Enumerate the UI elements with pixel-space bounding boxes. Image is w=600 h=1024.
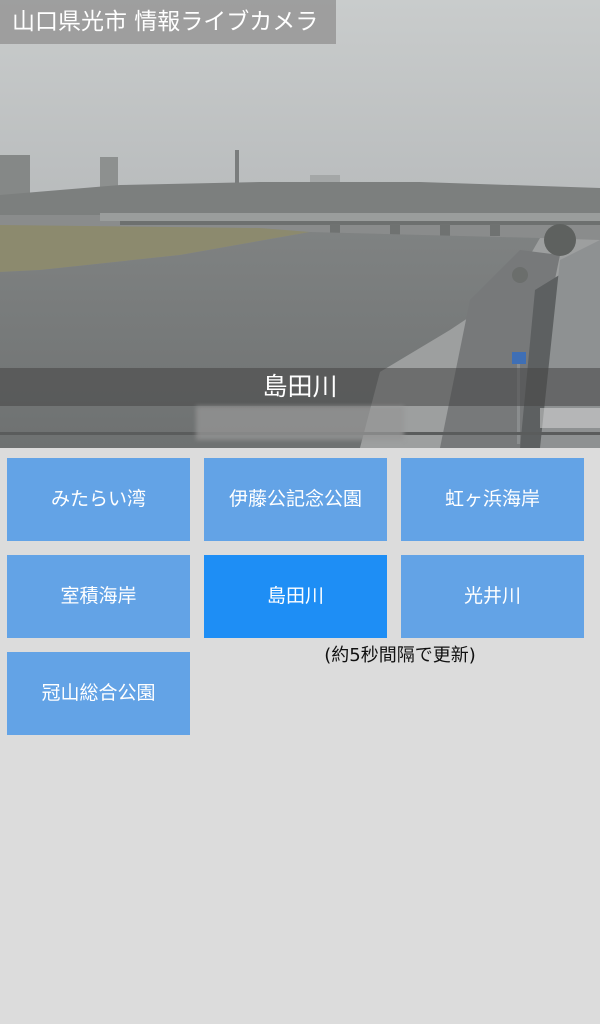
camera-button-mitarai-bay[interactable]: みたらい湾 bbox=[7, 458, 190, 541]
camera-button-murozumi-beach[interactable]: 室積海岸 bbox=[7, 555, 190, 638]
refresh-interval-note: (約5秒間隔で更新) bbox=[324, 645, 476, 666]
app-title: 山口県光市 情報ライブカメラ bbox=[0, 0, 336, 44]
blurred-timestamp bbox=[196, 406, 404, 440]
live-camera-image: 山口県光市 情報ライブカメラ 島田川 bbox=[0, 0, 600, 448]
camera-button-ito-memorial-park[interactable]: 伊藤公記念公園 bbox=[204, 458, 387, 541]
camera-button-mitsui-river[interactable]: 光井川 bbox=[401, 555, 584, 638]
camera-location-label: 島田川 bbox=[262, 372, 338, 401]
camera-button-kanmuriyama-park[interactable]: 冠山総合公園 bbox=[7, 652, 190, 735]
camera-button-nijigahama-beach[interactable]: 虹ヶ浜海岸 bbox=[401, 458, 584, 541]
camera-button-shimata-river[interactable]: 島田川 bbox=[204, 555, 387, 638]
